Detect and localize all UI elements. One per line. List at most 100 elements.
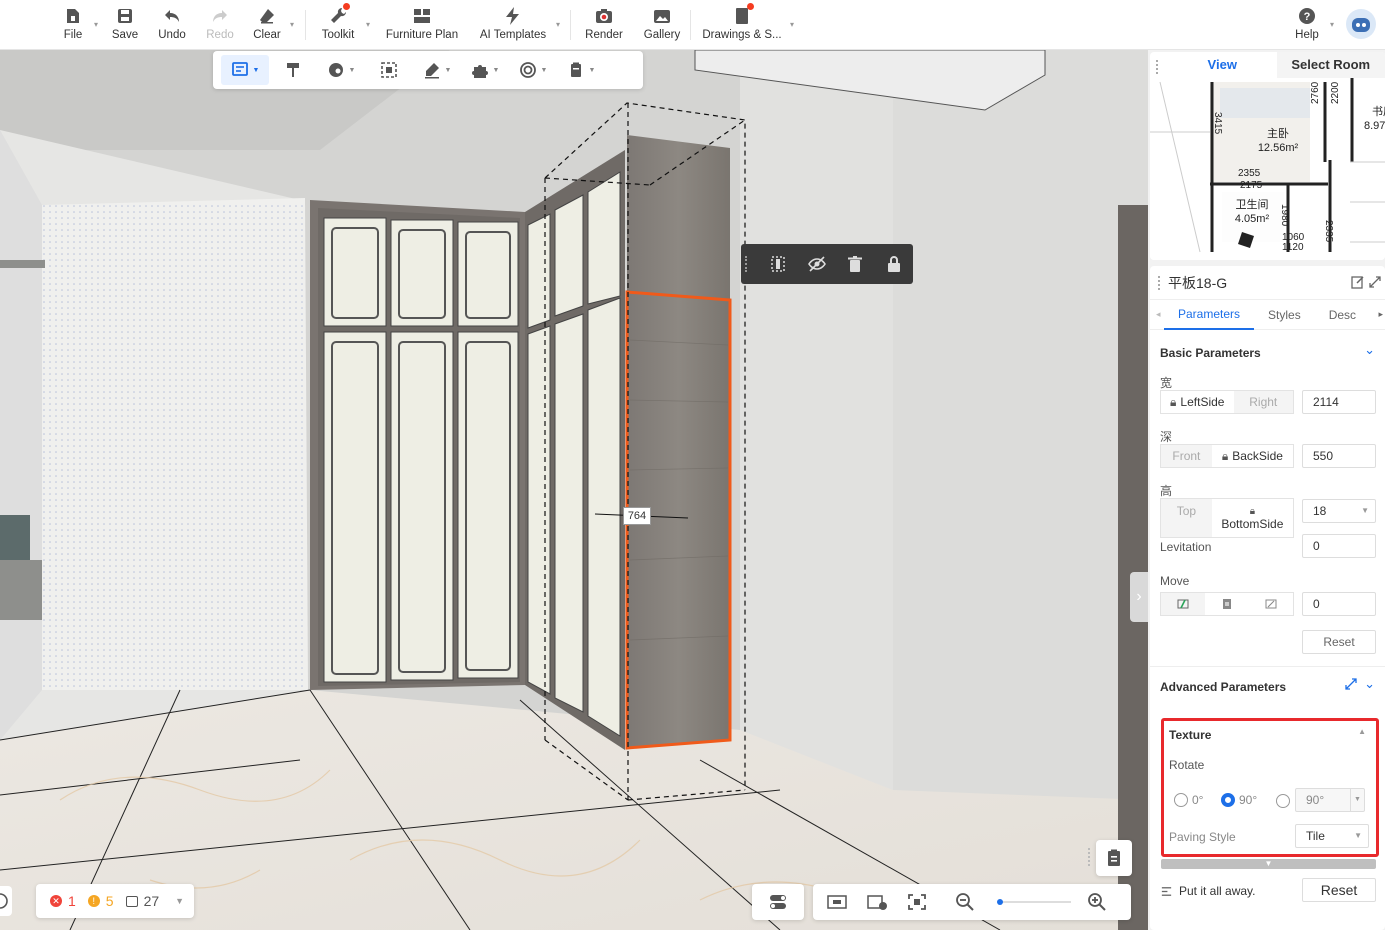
minimap[interactable]: View Select Room 主卧 12.56m² 卫生间 4.05m² 书… [1150, 52, 1385, 260]
zoom-slider-handle[interactable] [997, 899, 1003, 905]
avatar[interactable] [1346, 9, 1376, 39]
file-menu[interactable]: File ▾ [60, 6, 98, 46]
move-input[interactable]: 0 [1302, 592, 1376, 616]
chevron-right-icon[interactable]: ▸ [1378, 309, 1383, 320]
dimension-label[interactable]: 764 [623, 507, 651, 525]
toolkit-menu[interactable]: Toolkit ▾ [318, 3, 370, 46]
material-brush-button[interactable]: ▼ [317, 55, 365, 85]
tab-select-room[interactable]: Select Room [1277, 52, 1385, 78]
width-input[interactable]: 2114 [1302, 390, 1376, 414]
rotate-option-0[interactable]: 0° [1174, 793, 1203, 807]
plugin-button[interactable]: ▼ [461, 55, 509, 85]
expand-icon[interactable] [1369, 275, 1381, 291]
checklist-button[interactable] [1096, 840, 1132, 876]
measure-tool-button[interactable]: ▼ [413, 55, 461, 85]
tab-parameters[interactable]: Parameters [1164, 300, 1255, 330]
view-settings-button[interactable] [865, 892, 889, 915]
rotate-option-90[interactable]: 90° [1221, 793, 1257, 807]
depth-anchor-toggle: Front 🔒︎ BackSide [1160, 444, 1294, 468]
drag-handle-icon[interactable] [1156, 60, 1160, 74]
clear-button[interactable]: Clear ▾ [252, 6, 294, 46]
back-side-label: BackSide [1232, 449, 1283, 463]
rotate-option-custom[interactable] [1276, 793, 1290, 808]
right-side-option[interactable]: Right [1234, 391, 1293, 413]
rotate-custom-input[interactable]: 90° ▼ [1295, 788, 1365, 812]
error-icon: ✕ [50, 895, 62, 907]
height-label: 高 [1160, 484, 1173, 498]
group-select-button[interactable] [365, 55, 413, 85]
height-select[interactable]: 18 ▼ [1302, 499, 1376, 523]
furniture-plan-button[interactable]: Furniture Plan [384, 6, 460, 46]
chevron-down-icon[interactable]: ⌄ [1364, 342, 1375, 358]
chevron-left-icon[interactable]: ◂ [1156, 309, 1161, 320]
help-menu[interactable]: ? Help ▾ [1292, 6, 1334, 46]
select-tool-button[interactable]: ▼ [221, 55, 269, 85]
top-toolbar: File ▾ Save Undo Redo Clear ▾ Toolkit ▾ … [0, 0, 1385, 50]
zoom-out-button[interactable] [955, 892, 975, 915]
paving-style-label: Paving Style [1169, 830, 1236, 844]
redo-button[interactable]: Redo [203, 6, 237, 46]
dimension-text: 2335 [1323, 220, 1334, 243]
tab-styles[interactable]: Styles [1254, 308, 1315, 322]
collapse-all-link[interactable]: Put it all away. [1160, 884, 1255, 898]
drag-handle-icon[interactable] [1088, 848, 1092, 866]
drag-handle-icon[interactable] [1158, 275, 1162, 290]
view-mode-button[interactable]: ▼ [509, 55, 557, 85]
focus-icon [908, 894, 926, 910]
reset-basic-button[interactable]: Reset [1302, 630, 1376, 654]
3d-viewport[interactable] [0, 50, 1148, 930]
gallery-icon [654, 10, 670, 23]
zoom-slider[interactable] [997, 899, 1071, 905]
zoom-in-button[interactable] [1087, 892, 1107, 915]
dimension-text: 2760 [1310, 81, 1321, 104]
undo-button[interactable]: Undo [155, 6, 189, 46]
item-icon [125, 895, 138, 907]
move-x-button[interactable] [1161, 593, 1205, 615]
basic-parameters-title: Basic Parameters [1160, 346, 1261, 360]
reset-button[interactable]: Reset [1302, 878, 1376, 902]
tab-desc[interactable]: Desc [1315, 308, 1370, 322]
move-z-button[interactable] [1249, 593, 1293, 615]
format-painter-button[interactable] [269, 55, 317, 85]
chevron-down-icon[interactable]: ⌄ [1364, 676, 1375, 692]
depth-input[interactable]: 550 [1302, 444, 1376, 468]
lock-button[interactable] [875, 254, 914, 274]
drawings-menu[interactable]: Drawings & S... ▾ [700, 3, 794, 46]
save-button[interactable]: Save [110, 6, 140, 46]
paving-style-select[interactable]: Tile ▼ [1295, 824, 1369, 848]
radio-selected-icon [1221, 793, 1235, 807]
clipboard-button[interactable]: ▼ [557, 55, 605, 85]
fit-view-button[interactable] [825, 892, 849, 915]
levitation-input[interactable]: 0 [1302, 534, 1376, 558]
tab-view[interactable]: View [1168, 52, 1277, 78]
move-y-button[interactable] [1205, 593, 1249, 615]
focus-button[interactable] [905, 892, 929, 915]
drag-handle-icon[interactable] [745, 256, 749, 272]
right-panel: View Select Room 主卧 12.56m² 卫生间 4.05m² 书… [1148, 50, 1385, 930]
view-controls [813, 884, 1131, 920]
gallery-button[interactable]: Gallery [642, 6, 682, 46]
chevron-down-icon: ▼ [1361, 506, 1369, 515]
expand-icon[interactable] [1345, 678, 1357, 693]
back-side-option[interactable]: 🔒︎ BackSide [1211, 445, 1293, 467]
pen-icon [424, 63, 439, 79]
render-button[interactable]: Render [584, 6, 624, 46]
status-summary[interactable]: ✕ 1 ! 5 27 ▼ [36, 884, 194, 918]
gallery-label: Gallery [643, 29, 681, 41]
bottom-side-option[interactable]: 🔒︎ BottomSide [1211, 499, 1293, 537]
collapse-bar[interactable]: ▼ [1161, 859, 1376, 869]
hide-button[interactable] [798, 254, 837, 274]
file-icon [67, 9, 79, 23]
collapse-panel-button[interactable]: › [1130, 572, 1148, 622]
toggle-settings-button[interactable] [752, 884, 804, 920]
top-option[interactable]: Top [1161, 499, 1212, 523]
front-option[interactable]: Front [1161, 445, 1212, 467]
delete-button[interactable] [836, 254, 875, 274]
undo-icon [165, 10, 179, 22]
edit-icon[interactable] [1351, 275, 1365, 292]
ai-templates-menu[interactable]: AI Templates ▾ [478, 6, 560, 46]
align-button[interactable] [759, 254, 798, 274]
left-side-option[interactable]: 🔒︎ LeftSide [1161, 391, 1234, 413]
compass-button[interactable] [0, 886, 12, 916]
chevron-up-icon[interactable]: ▲ [1358, 727, 1366, 736]
